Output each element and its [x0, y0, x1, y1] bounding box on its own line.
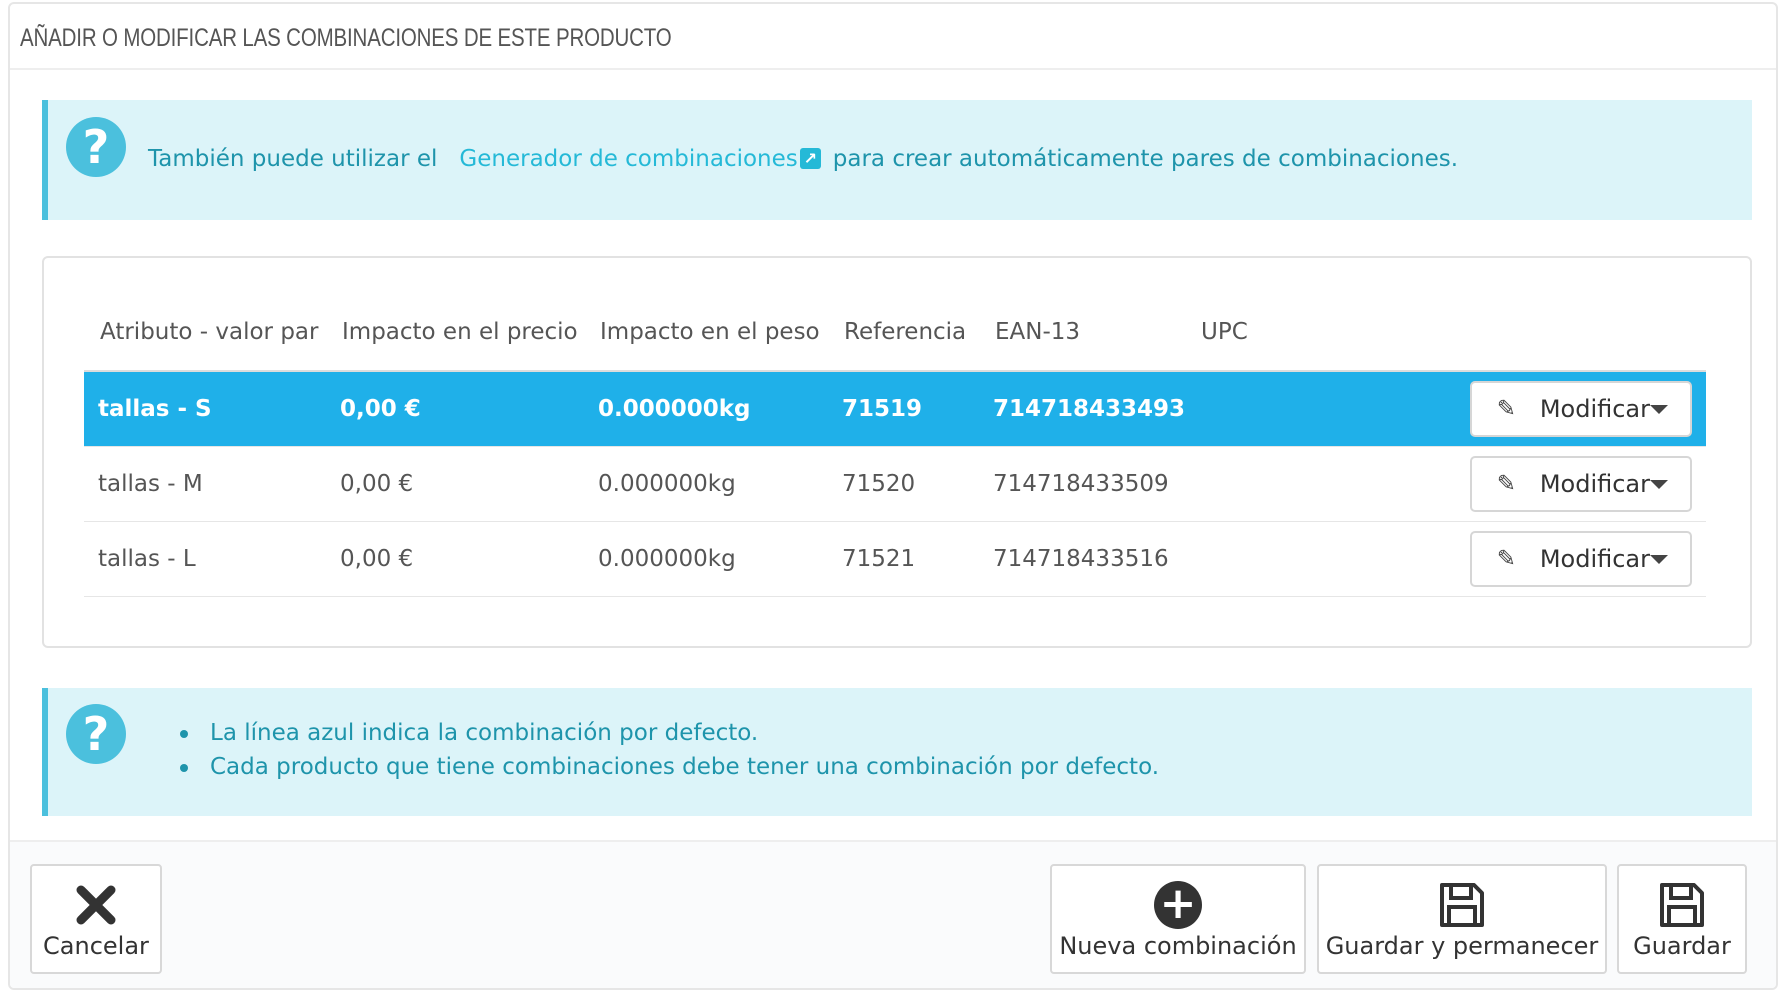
col-reference: Referencia — [828, 294, 979, 372]
cell-weight: 0.000000kg — [584, 371, 828, 447]
cell-price: 0,00 € — [326, 371, 584, 447]
cell-attribute: tallas - S — [84, 371, 326, 447]
panel-footer: Cancelar + Nueva combinación Guardar y p… — [10, 840, 1776, 988]
info-alert-generator: ? También puede utilizar el Generador de … — [42, 100, 1752, 220]
cell-actions: ✎ Modificar — [1321, 521, 1706, 597]
cell-price: 0,00 € — [326, 446, 584, 522]
cell-price: 0,00 € — [326, 521, 584, 597]
cell-upc — [1185, 521, 1322, 597]
col-weight-impact: Impacto en el peso — [584, 294, 828, 372]
pencil-icon: ✎ — [1496, 546, 1516, 572]
question-circle-icon: ? — [66, 117, 126, 177]
combinations-table: Atributo - valor par Impacto en el preci… — [84, 294, 1706, 597]
modify-button-group[interactable]: ✎ Modificar — [1470, 456, 1692, 512]
modify-button-group[interactable]: ✎ Modificar — [1470, 381, 1692, 437]
new-combination-label[interactable]: Nueva combinación — [1052, 932, 1304, 960]
save-and-stay-button[interactable]: Guardar y permanecer — [1317, 864, 1607, 974]
panel-title: AÑADIR O MODIFICAR LAS COMBINACIONES DE … — [20, 24, 672, 52]
cell-ean13: 714718433493 — [979, 371, 1186, 447]
alert-text-before: También puede utilizar el — [148, 146, 438, 172]
close-icon — [32, 880, 160, 930]
modify-button-label[interactable]: Modificar — [1516, 545, 1650, 573]
table-row[interactable]: tallas - M 0,00 € 0.000000kg 71520 71471… — [84, 446, 1706, 522]
chevron-down-icon[interactable] — [1650, 404, 1668, 414]
modify-button-group[interactable]: ✎ Modificar — [1470, 531, 1692, 587]
alert-text: También puede utilizar el Generador de co… — [148, 146, 1458, 172]
info-list: La línea azul indica la combinación por … — [180, 716, 1159, 784]
col-attribute: Atributo - valor par — [84, 294, 326, 372]
save-button[interactable]: Guardar — [1617, 864, 1747, 974]
save-and-stay-label[interactable]: Guardar y permanecer — [1319, 932, 1605, 960]
cell-ean13: 714718433509 — [979, 446, 1186, 522]
cell-actions: ✎ Modificar — [1321, 371, 1706, 447]
cell-reference: 71521 — [828, 521, 979, 597]
table-row[interactable]: tallas - S 0,00 € 0.000000kg 71519 71471… — [84, 371, 1706, 447]
modify-button-label[interactable]: Modificar — [1516, 470, 1650, 498]
save-label[interactable]: Guardar — [1619, 932, 1745, 960]
cancel-label[interactable]: Cancelar — [32, 932, 160, 960]
cell-reference: 71520 — [828, 446, 979, 522]
external-link-icon[interactable]: ↗ — [799, 148, 821, 169]
cell-upc — [1185, 446, 1322, 522]
cell-weight: 0.000000kg — [584, 521, 828, 597]
cancel-button[interactable]: Cancelar — [30, 864, 162, 974]
chevron-down-icon[interactable] — [1650, 554, 1668, 564]
panel-heading: AÑADIR O MODIFICAR LAS COMBINACIONES DE … — [10, 4, 1776, 70]
chevron-down-icon[interactable] — [1650, 479, 1668, 489]
col-ean13: EAN-13 — [979, 294, 1186, 372]
combinations-table-card: Atributo - valor par Impacto en el preci… — [42, 256, 1752, 648]
cell-actions: ✎ Modificar — [1321, 446, 1706, 522]
alert-text-after: para crear automáticamente pares de comb… — [832, 146, 1459, 172]
cell-attribute: tallas - M — [84, 446, 326, 522]
new-combination-button[interactable]: + Nueva combinación — [1050, 864, 1306, 974]
save-icon — [1319, 880, 1605, 930]
save-icon — [1619, 880, 1745, 930]
modify-button-label[interactable]: Modificar — [1516, 395, 1650, 423]
plus-circle-icon: + — [1052, 880, 1304, 930]
generator-link[interactable]: Generador de combinaciones ↗ — [459, 146, 821, 172]
cell-weight: 0.000000kg — [584, 446, 828, 522]
generator-link-label[interactable]: Generador de combinaciones — [459, 146, 797, 172]
pencil-icon: ✎ — [1496, 396, 1516, 422]
cell-ean13: 714718433516 — [979, 521, 1186, 597]
col-actions — [1321, 294, 1706, 372]
list-item: La línea azul indica la combinación por … — [180, 716, 1159, 750]
cell-reference: 71519 — [828, 371, 979, 447]
pencil-icon: ✎ — [1496, 471, 1516, 497]
table-row[interactable]: tallas - L 0,00 € 0.000000kg 71521 71471… — [84, 521, 1706, 597]
col-upc: UPC — [1185, 294, 1322, 372]
table-header-row: Atributo - valor par Impacto en el preci… — [84, 294, 1706, 372]
list-item: Cada producto que tiene combinaciones de… — [180, 750, 1159, 784]
info-alert-default: ? La línea azul indica la combinación po… — [42, 688, 1752, 816]
question-circle-icon: ? — [66, 704, 126, 764]
combinations-panel: AÑADIR O MODIFICAR LAS COMBINACIONES DE … — [8, 2, 1778, 990]
cell-attribute: tallas - L — [84, 521, 326, 597]
col-price-impact: Impacto en el precio — [326, 294, 584, 372]
cell-upc — [1185, 371, 1322, 447]
